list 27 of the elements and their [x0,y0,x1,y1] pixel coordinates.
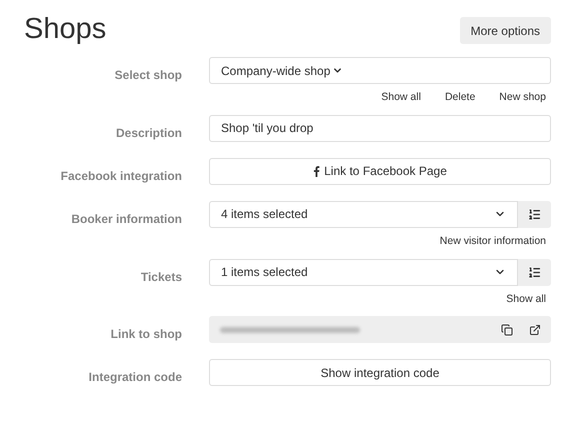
facebook-icon [313,166,320,177]
multiselect-dropdown[interactable]: 1 items selected [209,258,518,286]
field-label: Booker information [71,212,182,226]
field-label: Description [116,126,182,140]
action-link[interactable]: Show all [381,90,421,106]
list-icon [528,266,541,278]
action-button[interactable]: Link to Facebook Page [209,158,551,185]
page-title: Shops [24,12,106,46]
shop-dropdown[interactable]: Company-wide shop [209,57,551,84]
multiselect-dropdown[interactable]: 4 items selected [209,200,518,228]
external-link-icon[interactable] [529,324,541,336]
copy-icon[interactable] [501,324,513,336]
list-button[interactable] [518,258,551,286]
field-label: Integration code [88,370,182,384]
list-button[interactable] [518,200,551,228]
action-link[interactable]: Show all [506,292,546,308]
field-label: Link to shop [110,327,182,342]
field-label: Facebook integration [60,168,182,183]
description-field[interactable]: Shop 'til you drop [209,114,551,142]
field-label: Select shop [114,68,182,82]
action-link[interactable]: Delete [444,90,476,106]
list-icon [528,208,541,221]
action-link[interactable]: New shop [499,90,546,106]
action-button[interactable]: Show integration code [209,359,551,386]
more-options-button[interactable]: More options [460,17,551,44]
action-link[interactable]: New visitor information [440,234,546,250]
field-label: Tickets [140,270,182,284]
